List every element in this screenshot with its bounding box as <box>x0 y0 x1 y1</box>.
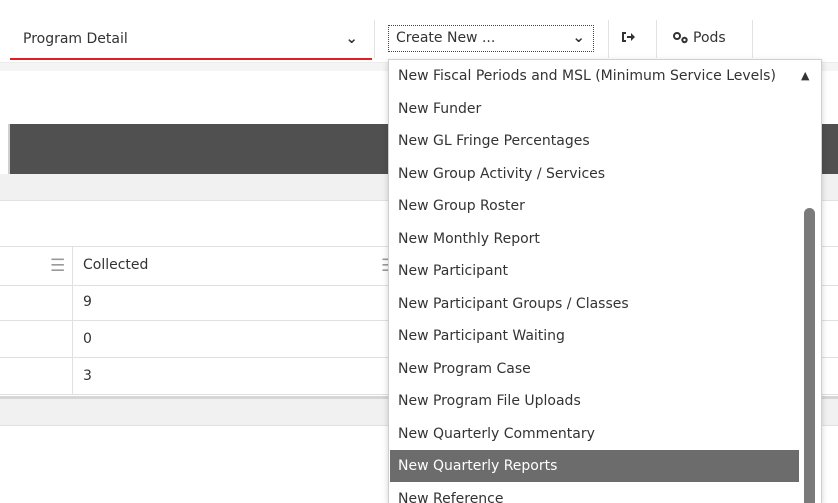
toolbar-separator <box>374 20 375 58</box>
cell-collected: 0 <box>83 331 92 347</box>
cell-collected: 9 <box>83 294 92 310</box>
option-new-funder[interactable]: New Funder <box>390 93 799 125</box>
column-menu-icon[interactable]: ☰ <box>50 256 65 276</box>
toolbar-separator <box>656 20 657 58</box>
option-new-participant[interactable]: New Participant <box>390 255 799 287</box>
sign-out-icon <box>620 29 636 45</box>
option-new-program-file-uploads[interactable]: New Program File Uploads <box>390 385 799 417</box>
dropdown-scrollbar-thumb[interactable] <box>804 208 815 503</box>
program-select-label: Program Detail <box>23 31 128 47</box>
active-underline <box>10 58 372 60</box>
option-new-participant-waiting[interactable]: New Participant Waiting <box>390 320 799 352</box>
option-new-fiscal-periods[interactable]: New Fiscal Periods and MSL (Minimum Serv… <box>390 60 799 92</box>
section-header-edge <box>8 124 10 174</box>
program-detail-select[interactable]: Program Detail ⌄ <box>10 22 372 60</box>
option-new-group-activity-services[interactable]: New Group Activity / Services <box>390 158 799 190</box>
create-new-select[interactable]: Create New ... ⌄ <box>388 25 594 52</box>
column-header-collected[interactable]: Collected <box>83 257 148 273</box>
option-new-quarterly-reports[interactable]: New Quarterly Reports <box>390 450 799 482</box>
logout-button[interactable] <box>620 29 640 49</box>
option-new-program-case[interactable]: New Program Case <box>390 353 799 385</box>
option-new-group-roster[interactable]: New Group Roster <box>390 190 799 222</box>
gears-icon <box>672 31 690 45</box>
chevron-down-icon: ⌄ <box>572 28 585 46</box>
cell-collected: 3 <box>83 368 92 384</box>
create-select-label: Create New ... <box>396 30 495 46</box>
create-new-dropdown-list[interactable]: New Fiscal Periods and MSL (Minimum Serv… <box>388 59 822 503</box>
toolbar-separator <box>608 20 609 58</box>
toolbar-separator <box>752 20 753 58</box>
chevron-down-icon: ⌄ <box>345 29 358 47</box>
option-new-monthly-report[interactable]: New Monthly Report <box>390 223 799 255</box>
pods-label: Pods <box>693 30 726 46</box>
option-new-quarterly-commentary[interactable]: New Quarterly Commentary <box>390 418 799 450</box>
scroll-up-arrow-icon[interactable]: ▲ <box>801 69 809 82</box>
option-new-participant-groups-classes[interactable]: New Participant Groups / Classes <box>390 288 799 320</box>
pods-button[interactable]: Pods <box>672 27 726 49</box>
option-new-gl-fringe-percentages[interactable]: New GL Fringe Percentages <box>390 125 799 157</box>
option-new-reference[interactable]: New Reference <box>390 483 799 503</box>
